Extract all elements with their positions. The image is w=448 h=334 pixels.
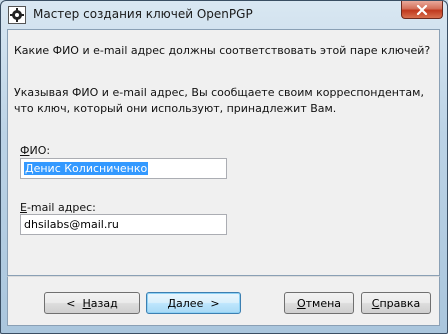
info-text: Указывая ФИО и e-mail адрес, Вы сообщает… [14, 85, 424, 117]
cancel-rest: тмена [305, 296, 342, 310]
help-button[interactable]: Справка [361, 292, 431, 314]
title-bar[interactable]: Мастер создания ключей OpenPGP [1, 1, 447, 29]
email-label: E-mail адрес: [20, 201, 96, 214]
window-title: Мастер создания ключей OpenPGP [33, 7, 253, 21]
next-accel: Д [167, 296, 177, 310]
info-line-1: Указывая ФИО и e-mail адрес, Вы сообщает… [14, 86, 424, 99]
name-field[interactable]: Денис Колисниченко [20, 158, 227, 179]
pgp-key-icon [8, 6, 26, 24]
name-field-value: Денис Колисниченко [24, 162, 149, 175]
email-field[interactable] [20, 214, 227, 235]
wizard-content: Какие ФИО и e-mail адрес должны соответс… [7, 29, 440, 276]
back-accel: Н [82, 296, 91, 310]
close-button[interactable] [401, 1, 443, 19]
cancel-accel: О [296, 296, 306, 310]
back-arrow: < [66, 296, 76, 310]
back-rest: азад [90, 296, 118, 310]
email-label-rest: -mail адрес: [26, 201, 96, 214]
button-bar: < Назад Далее > Отмена Справка [7, 276, 440, 326]
name-label: ФИО: [20, 144, 50, 157]
email-label-accel: E [20, 201, 27, 214]
cancel-button[interactable]: Отмена [284, 292, 354, 314]
help-accel: С [371, 296, 380, 310]
info-line-2: что ключ, который они используют, принад… [14, 102, 337, 115]
back-button[interactable]: < Назад [44, 292, 140, 314]
next-rest: алее [176, 296, 204, 310]
name-label-rest: ИО: [29, 144, 51, 157]
next-button[interactable]: Далее > [146, 292, 241, 314]
question-text: Какие ФИО и e-mail адрес должны соответс… [14, 44, 431, 57]
close-icon [416, 4, 428, 15]
help-rest: правка [379, 296, 421, 310]
wizard-window: Мастер создания ключей OpenPGP Какие ФИО… [0, 0, 448, 334]
next-arrow: > [210, 296, 220, 310]
